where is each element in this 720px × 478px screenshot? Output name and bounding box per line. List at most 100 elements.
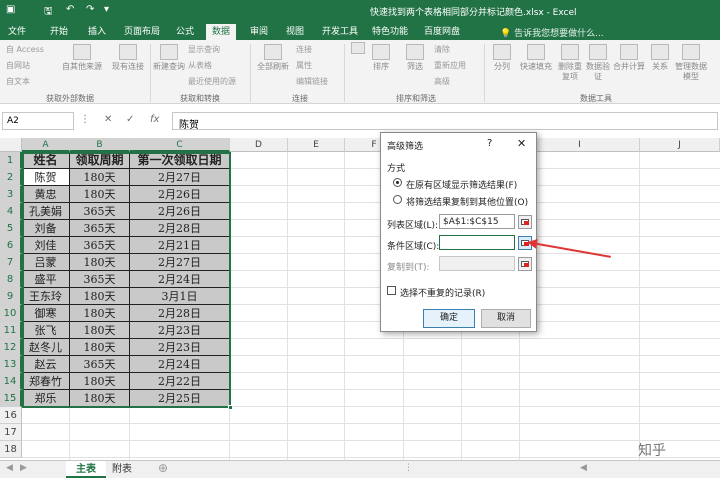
cell-b10[interactable]: 180天	[70, 305, 130, 322]
cell-c6[interactable]: 2月21日	[130, 237, 230, 254]
connections-button[interactable]: 连接	[296, 44, 312, 55]
column-header-e[interactable]: E	[288, 138, 345, 152]
next-sheet-icon[interactable]: ▶	[20, 463, 27, 473]
prev-sheet-icon[interactable]: ◀	[6, 463, 13, 473]
cell-b15[interactable]: 180天	[70, 390, 130, 407]
cell-b1[interactable]: 领取周期	[70, 152, 130, 169]
cell-a12[interactable]: 赵冬儿	[22, 339, 70, 356]
cell-b14[interactable]: 180天	[70, 373, 130, 390]
sort-az-button[interactable]	[346, 42, 370, 56]
row-header-10[interactable]: 10	[0, 305, 22, 322]
tab-review[interactable]: 审阅	[244, 24, 274, 40]
copy-to-input[interactable]	[439, 256, 515, 271]
clear-filter-button[interactable]: 清除	[434, 44, 450, 55]
tab-view[interactable]: 视图	[280, 24, 310, 40]
enter-icon[interactable]: ✓	[126, 114, 134, 125]
cell-b6[interactable]: 365天	[70, 237, 130, 254]
cell-a13[interactable]: 赵云	[22, 356, 70, 373]
data-validation-button[interactable]: 数据验证	[584, 44, 612, 82]
new-query-button[interactable]: 新建查询	[152, 44, 186, 72]
cell-b3[interactable]: 180天	[70, 186, 130, 203]
row-header-11[interactable]: 11	[0, 322, 22, 339]
tab-page-layout[interactable]: 页面布局	[118, 24, 166, 40]
unique-records-checkbox[interactable]	[387, 286, 396, 295]
redo-icon[interactable]: ↷	[86, 4, 94, 15]
relationships-button[interactable]: 关系	[648, 44, 672, 72]
column-header-d[interactable]: D	[230, 138, 288, 152]
edit-links-button[interactable]: 编辑链接	[296, 76, 328, 87]
cell-b5[interactable]: 365天	[70, 220, 130, 237]
cell-a8[interactable]: 盛平	[22, 271, 70, 288]
refresh-all-button[interactable]: 全部刷新	[254, 44, 292, 72]
cell-b13[interactable]: 365天	[70, 356, 130, 373]
help-button[interactable]: ?	[487, 138, 492, 149]
row-header-3[interactable]: 3	[0, 186, 22, 203]
save-icon[interactable]: 🖫	[44, 4, 53, 21]
ok-button[interactable]: 确定	[423, 309, 475, 328]
option-in-place-radio[interactable]	[393, 178, 402, 187]
formula-input[interactable]: 陈贺	[172, 112, 718, 131]
tab-developer[interactable]: 开发工具	[316, 24, 364, 40]
cell-a1[interactable]: 姓名	[22, 152, 70, 169]
reapply-button[interactable]: 重新应用	[434, 60, 466, 71]
option-copy-label[interactable]: 将筛选结果复制到其他位置(O)	[406, 195, 528, 208]
cell-a15[interactable]: 郑乐	[22, 390, 70, 407]
cell-c4[interactable]: 2月26日	[130, 203, 230, 220]
cancel-button[interactable]: 取消	[481, 309, 531, 328]
advanced-filter-button[interactable]: 高级	[434, 76, 450, 87]
from-web-button[interactable]: 自网站	[6, 60, 30, 71]
cell-b9[interactable]: 180天	[70, 288, 130, 305]
row-header-14[interactable]: 14	[0, 373, 22, 390]
scroll-left-icon[interactable]: ◀	[580, 463, 587, 473]
cell-a3[interactable]: 黄忠	[22, 186, 70, 203]
name-box[interactable]: A2	[2, 112, 74, 130]
cell-c10[interactable]: 2月28日	[130, 305, 230, 322]
row-header-9[interactable]: 9	[0, 288, 22, 305]
existing-connections-button[interactable]: 现有连接	[108, 44, 148, 72]
cell-a5[interactable]: 刘备	[22, 220, 70, 237]
tab-data[interactable]: 数据	[206, 24, 237, 40]
cell-c2[interactable]: 2月27日	[130, 169, 230, 186]
cell-b4[interactable]: 365天	[70, 203, 130, 220]
sort-button[interactable]: 排序	[368, 44, 394, 72]
tab-file[interactable]: 文件	[2, 24, 33, 40]
row-header-12[interactable]: 12	[0, 339, 22, 356]
cancel-icon[interactable]: ✕	[104, 114, 112, 125]
customize-qa-icon[interactable]: ▾	[104, 4, 109, 15]
cell-c8[interactable]: 2月24日	[130, 271, 230, 288]
tab-home[interactable]: 开始	[44, 24, 74, 40]
tab-special-features[interactable]: 特色功能	[366, 24, 414, 40]
column-header-j[interactable]: J	[640, 138, 720, 152]
insert-function-icon[interactable]: fx	[150, 114, 159, 125]
add-sheet-icon[interactable]: ⊕	[158, 461, 168, 475]
cell-c12[interactable]: 2月23日	[130, 339, 230, 356]
from-text-button[interactable]: 自文本	[6, 76, 30, 87]
row-header-13[interactable]: 13	[0, 356, 22, 373]
more-sheets-icon[interactable]: ⋮	[404, 463, 413, 473]
row-header-16[interactable]: 16	[0, 407, 22, 424]
cell-b2[interactable]: 180天	[70, 169, 130, 186]
option-copy-radio[interactable]	[393, 195, 402, 204]
cell-c1[interactable]: 第一次领取日期	[130, 152, 230, 169]
cell-c13[interactable]: 2月24日	[130, 356, 230, 373]
row-header-15[interactable]: 15	[0, 390, 22, 407]
cell-c11[interactable]: 2月23日	[130, 322, 230, 339]
tab-baidu-netdisk[interactable]: 百度网盘	[418, 24, 466, 40]
row-header-4[interactable]: 4	[0, 203, 22, 220]
cell-a11[interactable]: 张飞	[22, 322, 70, 339]
cell-c15[interactable]: 2月25日	[130, 390, 230, 407]
copy-to-collapse-button[interactable]	[518, 257, 532, 271]
fill-handle[interactable]	[228, 405, 233, 410]
criteria-range-input[interactable]	[439, 235, 515, 250]
row-header-1[interactable]: 1	[0, 152, 22, 169]
tab-formulas[interactable]: 公式	[170, 24, 200, 40]
column-header-c[interactable]: C	[130, 138, 230, 152]
tell-me-search[interactable]: 💡 告诉我您想要做什么...	[500, 26, 604, 39]
sheet-tab-attached[interactable]: 附表	[102, 461, 142, 478]
cell-b11[interactable]: 180天	[70, 322, 130, 339]
row-header-7[interactable]: 7	[0, 254, 22, 271]
consolidate-button[interactable]: 合并计算	[612, 44, 646, 72]
list-range-input[interactable]: $A$1:$C$15	[439, 214, 515, 229]
remove-duplicates-button[interactable]: 删除重复项	[556, 44, 584, 82]
cell-a7[interactable]: 吕蒙	[22, 254, 70, 271]
